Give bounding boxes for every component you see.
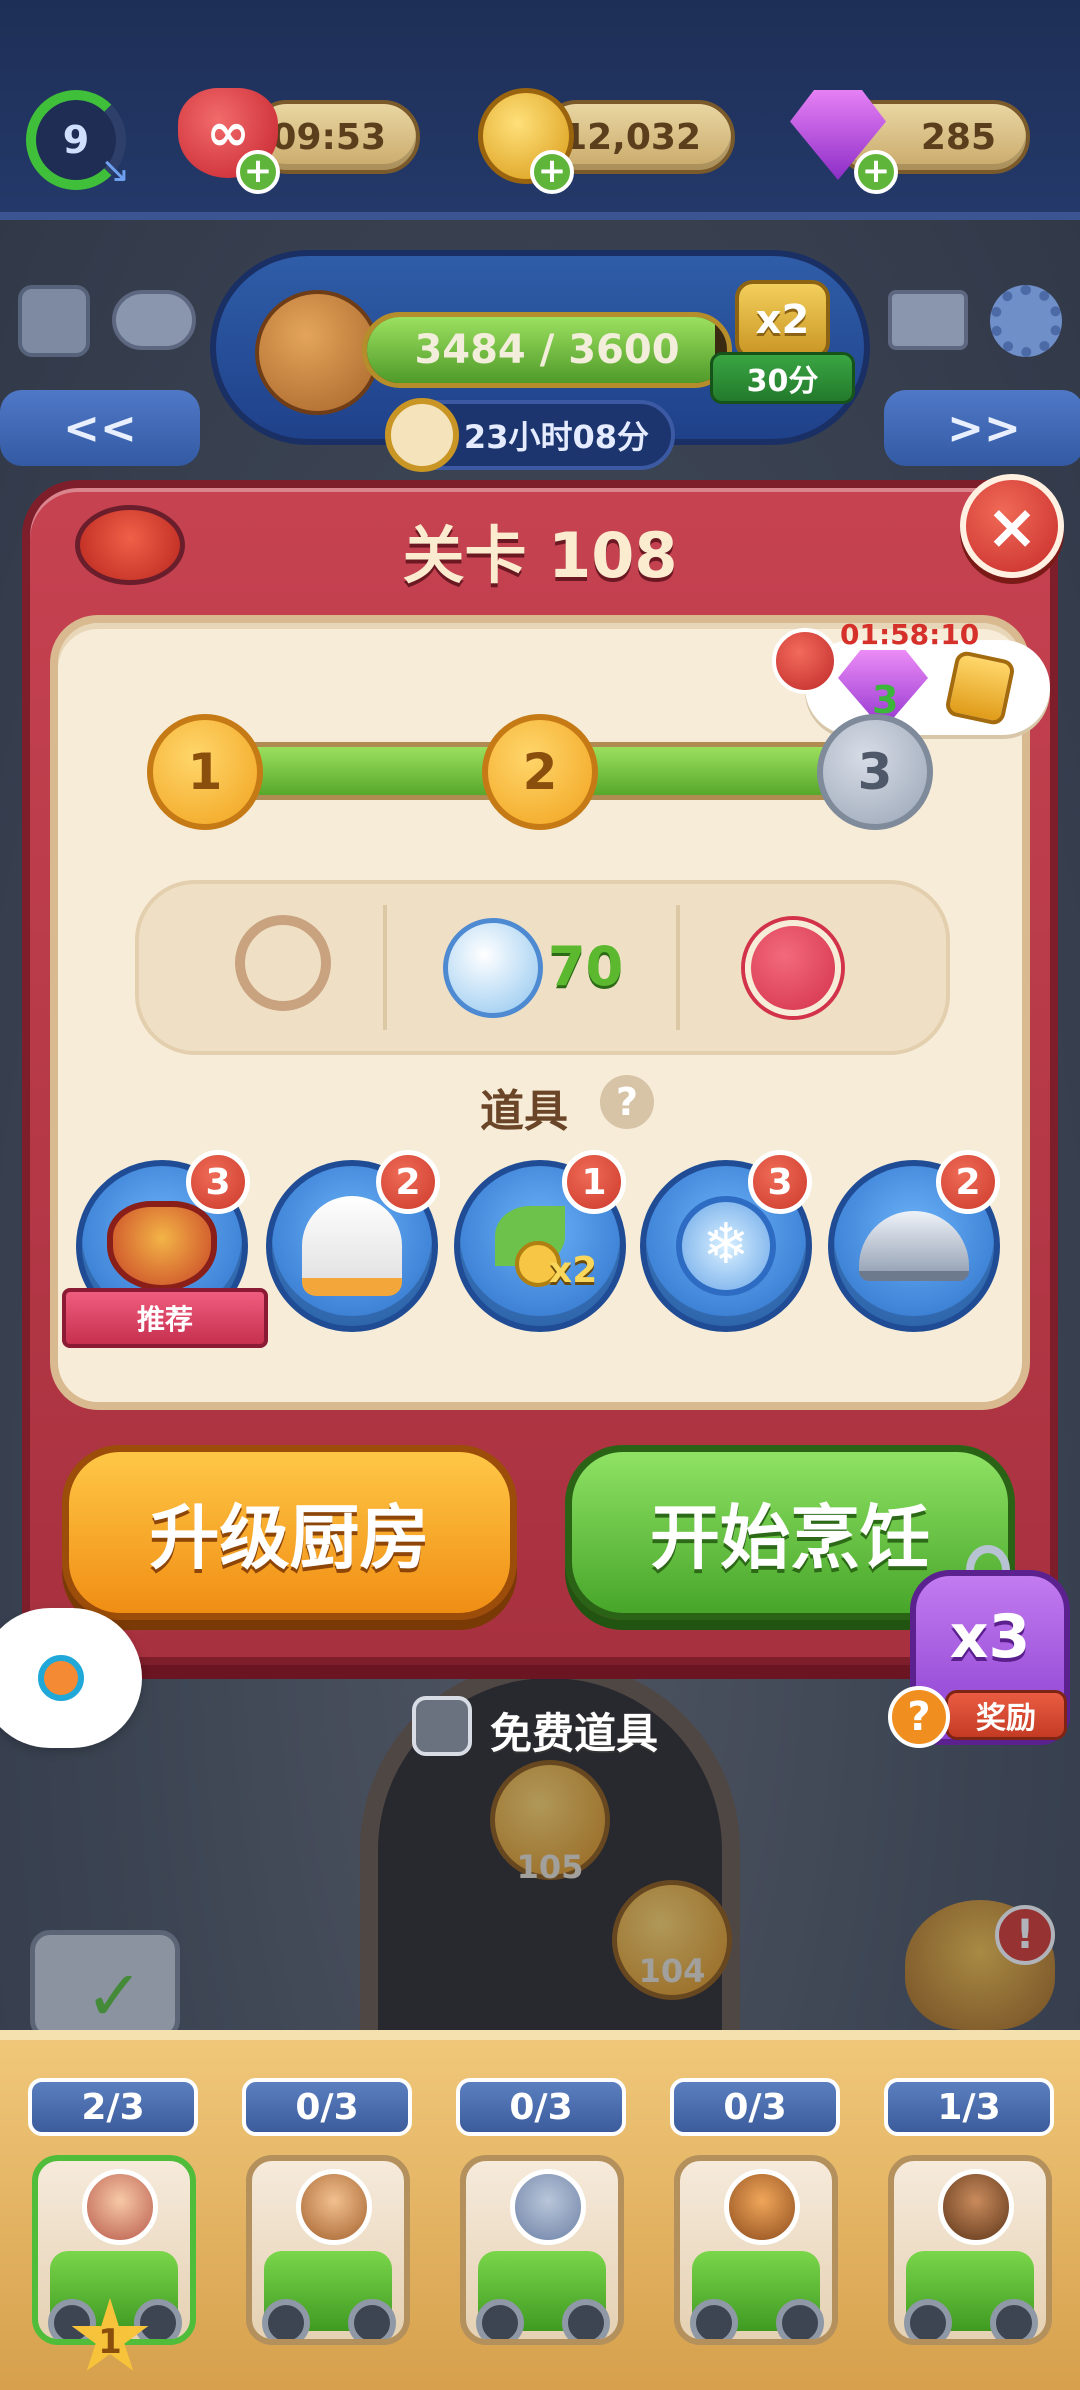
booster-count-badge: 2	[376, 1150, 440, 1214]
avatar	[938, 2169, 1014, 2245]
map-pin-icon[interactable]	[18, 285, 90, 357]
event-progress-text: 3484 / 3600	[414, 327, 680, 373]
download-arrow-icon: ↘	[100, 150, 131, 191]
boosters-label: 道具	[480, 1086, 568, 1137]
reward-label: 奖励	[945, 1690, 1067, 1740]
lives-timer: 09:53	[271, 116, 386, 158]
slot-progress: 2/3	[28, 2078, 198, 2136]
booster-count-badge: 1	[562, 1150, 626, 1214]
add-coins-button[interactable]: +	[530, 150, 574, 194]
avatar	[724, 2169, 800, 2245]
close-button[interactable]: ×	[960, 474, 1064, 578]
x2-label: x2	[549, 1250, 598, 1291]
slot-card[interactable]	[674, 2155, 838, 2345]
fire-icon	[745, 920, 841, 1016]
player-level: 9	[62, 118, 90, 162]
pot-icon	[107, 1201, 217, 1291]
avatar	[82, 2169, 158, 2245]
bonus-bubble[interactable]	[805, 640, 1050, 735]
devil-face-icon	[772, 628, 838, 694]
prev-event-button[interactable]: <<	[0, 390, 200, 466]
booster-count-badge: 3	[186, 1150, 250, 1214]
free-items-label: 免费道具	[490, 1709, 659, 1758]
slot-card[interactable]	[246, 2155, 410, 2345]
cloche-icon	[859, 1211, 969, 1281]
multiplier-tag: x2	[735, 280, 830, 360]
booster-count-badge: 2	[936, 1150, 1000, 1214]
goal-divider	[383, 905, 387, 1030]
slot-progress: 0/3	[670, 2078, 840, 2136]
goal-customers: 70	[548, 935, 624, 998]
next-event-button[interactable]: >>	[884, 390, 1080, 466]
slot-card[interactable]	[888, 2155, 1052, 2345]
chef-hat-icon	[302, 1196, 402, 1296]
star-3: 3	[817, 714, 933, 830]
wheel-icon	[776, 2299, 824, 2339]
bonus-timer: 01:58:10	[840, 618, 980, 651]
booster-count-badge: 3	[748, 1150, 812, 1214]
video-play-icon[interactable]	[0, 1608, 142, 1748]
wheel-icon	[690, 2299, 738, 2339]
recommended-ribbon: 推荐	[62, 1288, 268, 1348]
star-2: 2	[482, 714, 598, 830]
clock-icon	[385, 398, 459, 472]
snowflake-clock-icon: ❄	[676, 1196, 776, 1296]
leaf-coin-icon: x2	[485, 1196, 598, 1296]
mail-icon[interactable]	[888, 290, 968, 350]
wheel-icon	[476, 2299, 524, 2339]
star-1: 1	[147, 714, 263, 830]
lobster-dish-icon	[75, 505, 185, 585]
avatar-placeholder	[510, 2169, 586, 2245]
add-gems-button[interactable]: +	[854, 150, 898, 194]
slot-card[interactable]	[460, 2155, 624, 2345]
wheel-icon	[904, 2299, 952, 2339]
goal-divider	[676, 905, 680, 1030]
free-items-checkbox[interactable]	[412, 1696, 472, 1756]
slot-progress: 0/3	[242, 2078, 412, 2136]
wheel-icon	[134, 2299, 182, 2339]
wheel-icon	[348, 2299, 396, 2339]
plate-spoon-icon	[443, 918, 543, 1018]
wheel-icon	[990, 2299, 1038, 2339]
wheel-icon	[562, 2299, 610, 2339]
add-lives-button[interactable]: +	[236, 150, 280, 194]
upgrade-kitchen-button[interactable]: 升级厨房	[62, 1445, 517, 1620]
stopwatch-icon	[235, 915, 331, 1011]
boosters-help-button[interactable]: ?	[600, 1075, 654, 1129]
wheel-icon	[262, 2299, 310, 2339]
gems-amount: 285	[920, 116, 996, 158]
slot-progress: 0/3	[456, 2078, 626, 2136]
settings-gear-icon[interactable]	[990, 285, 1062, 357]
modal-title: 关卡 108	[402, 519, 678, 592]
gamepad-icon[interactable]	[112, 290, 196, 350]
coins-amount: 12,032	[562, 116, 701, 158]
avatar	[296, 2169, 372, 2245]
reward-help-button[interactable]: ?	[888, 1686, 950, 1748]
slot-progress: 1/3	[884, 2078, 1054, 2136]
multiplier-time: 30分	[710, 352, 855, 404]
